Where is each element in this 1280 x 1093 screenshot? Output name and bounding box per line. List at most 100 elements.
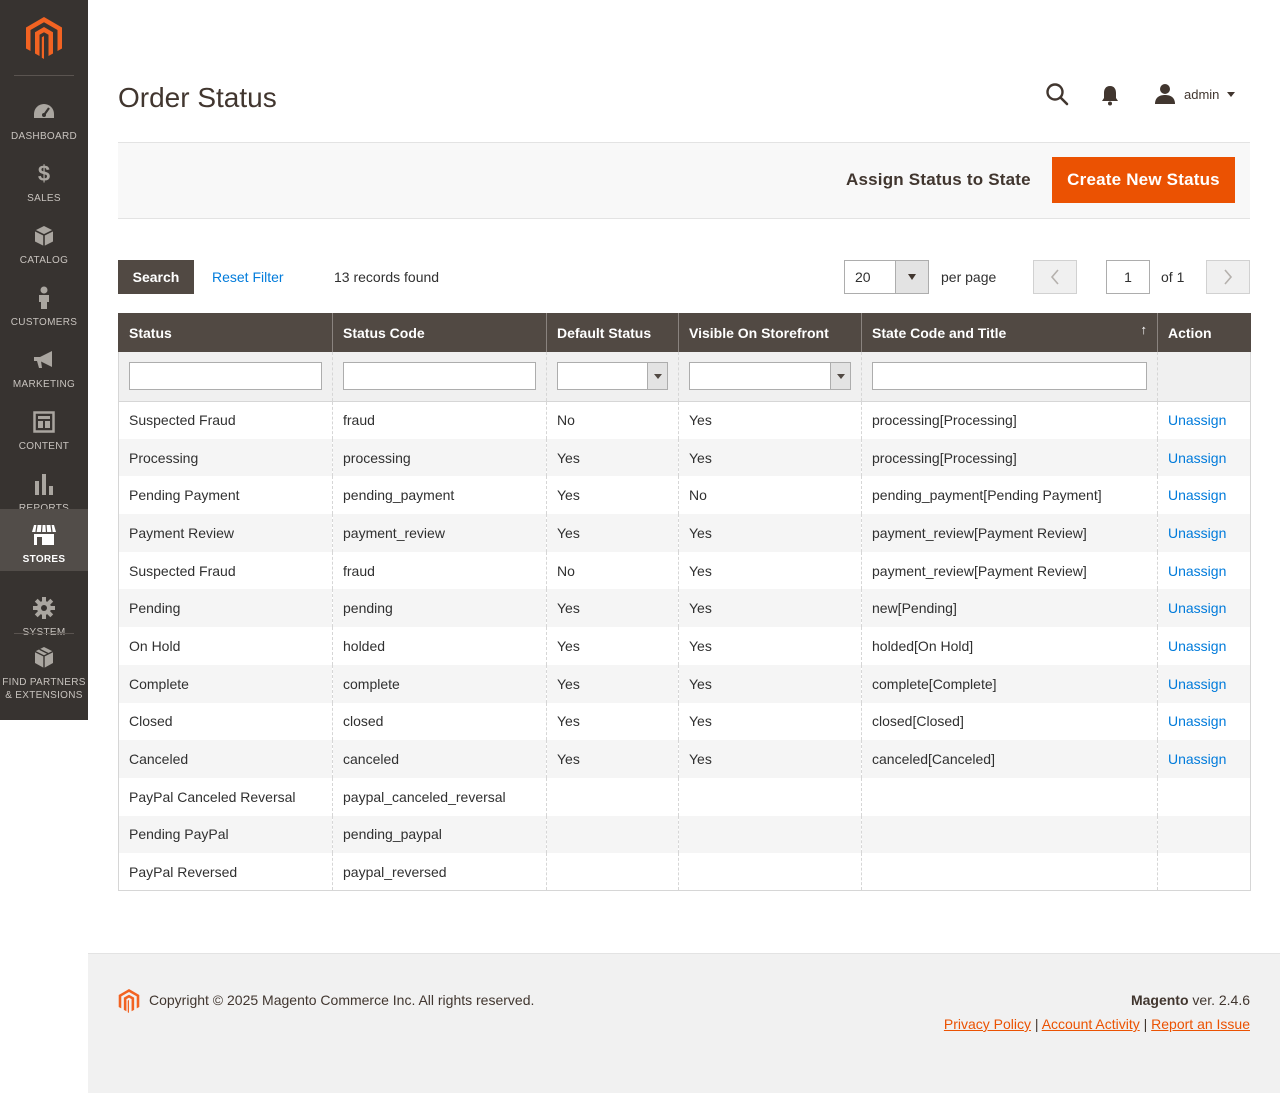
magento-logo[interactable] xyxy=(0,0,88,76)
next-page-button[interactable] xyxy=(1206,260,1250,294)
link-separator: | xyxy=(1143,1016,1148,1032)
chevron-right-icon xyxy=(1224,269,1233,285)
sidebar-item-stores[interactable]: STORES xyxy=(0,509,88,571)
cell-visible-on-storefront: Yes xyxy=(678,702,862,741)
per-page-select[interactable]: 20 xyxy=(844,260,929,294)
sidebar-item-dashboard[interactable]: DASHBOARD xyxy=(0,88,88,150)
column-header-action: Action xyxy=(1157,313,1251,352)
filter-state-code-input[interactable] xyxy=(872,362,1147,391)
sort-ascending-icon: ↑ xyxy=(1140,322,1148,337)
column-header-status[interactable]: Status xyxy=(118,313,333,352)
filter-cell xyxy=(678,352,862,402)
previous-page-button[interactable] xyxy=(1033,260,1077,294)
bell-icon xyxy=(1102,86,1118,106)
dashboard-icon xyxy=(32,100,56,124)
cell-default-status xyxy=(546,853,679,892)
user-icon xyxy=(1155,84,1175,104)
unassign-link[interactable]: Unassign xyxy=(1168,487,1226,503)
cell-visible-on-storefront xyxy=(678,777,862,816)
cell-action: Unassign xyxy=(1157,401,1251,439)
filter-status-input[interactable] xyxy=(129,362,322,391)
unassign-link[interactable]: Unassign xyxy=(1168,600,1226,616)
cell-visible-on-storefront: Yes xyxy=(678,627,862,665)
cell-default-status: Yes xyxy=(546,627,679,665)
filter-status-code-input[interactable] xyxy=(343,362,536,391)
reset-filter-link[interactable]: Reset Filter xyxy=(212,269,284,285)
select-toggle xyxy=(830,363,850,390)
cell-action: Unassign xyxy=(1157,702,1251,741)
column-header-state-code-and-title[interactable]: State Code and Title ↑ xyxy=(861,313,1158,352)
unassign-link[interactable]: Unassign xyxy=(1168,751,1226,767)
column-header-status-code[interactable]: Status Code xyxy=(332,313,547,352)
global-search-button[interactable] xyxy=(1045,82,1069,106)
sidebar-item-catalog[interactable]: CATALOG xyxy=(0,212,88,274)
cell-default-status: Yes xyxy=(546,740,679,778)
filter-cell xyxy=(118,352,333,402)
unassign-link[interactable]: Unassign xyxy=(1168,713,1226,729)
cell-state-code-and-title: payment_review[Payment Review] xyxy=(861,551,1158,590)
cell-status: On Hold xyxy=(118,627,333,665)
megaphone-icon xyxy=(32,348,56,372)
total-pages-label: of 1 xyxy=(1161,269,1185,285)
account-activity-link[interactable]: Account Activity xyxy=(1042,1016,1140,1032)
cell-status-code: paypal_reversed xyxy=(332,853,547,892)
cell-action xyxy=(1157,853,1251,892)
unassign-link[interactable]: Unassign xyxy=(1168,638,1226,654)
cell-default-status: No xyxy=(546,401,679,439)
search-button[interactable]: Search xyxy=(118,260,194,294)
unassign-link[interactable]: Unassign xyxy=(1168,525,1226,541)
cell-action: Unassign xyxy=(1157,476,1251,515)
sidebar-item-find-partners[interactable]: FIND PARTNERS & EXTENSIONS xyxy=(0,634,88,714)
cell-action: Unassign xyxy=(1157,627,1251,665)
cell-default-status: Yes xyxy=(546,514,679,552)
cell-state-code-and-title: closed[Closed] xyxy=(861,702,1158,741)
filter-default-status-select[interactable] xyxy=(557,362,668,391)
sidebar-item-customers[interactable]: CUSTOMERS xyxy=(0,274,88,336)
cell-status: PayPal Reversed xyxy=(118,853,333,892)
filter-visible-on-storefront-select[interactable] xyxy=(689,362,851,391)
cell-status: PayPal Canceled Reversal xyxy=(118,777,333,816)
unassign-link[interactable]: Unassign xyxy=(1168,676,1226,692)
cell-state-code-and-title: holded[On Hold] xyxy=(861,627,1158,665)
table-row: Pending PayPal pending_paypal xyxy=(118,815,1251,854)
sidebar-item-sales[interactable]: $ SALES xyxy=(0,150,88,212)
table-row: Closed closed Yes Yes closed[Closed] Unassign xyxy=(118,702,1251,741)
cell-visible-on-storefront xyxy=(678,853,862,892)
sidebar-item-label: CATALOG xyxy=(19,255,69,266)
cell-action: Unassign xyxy=(1157,438,1251,477)
layout-icon xyxy=(32,410,56,434)
notifications-button[interactable] xyxy=(1100,84,1120,106)
cell-visible-on-storefront: Yes xyxy=(678,551,862,590)
copyright-text: Copyright © 2025 Magento Commerce Inc. A… xyxy=(149,992,535,1008)
cell-state-code-and-title: processing[Processing] xyxy=(861,438,1158,477)
cell-status-code: payment_review xyxy=(332,514,547,552)
magento-footer-logo-icon xyxy=(118,989,140,1013)
cell-status-code: fraud xyxy=(332,551,547,590)
column-header-visible-on-storefront[interactable]: Visible On Storefront xyxy=(678,313,862,352)
cell-action xyxy=(1157,777,1251,816)
cell-status: Suspected Fraud xyxy=(118,401,333,439)
unassign-link[interactable]: Unassign xyxy=(1168,563,1226,579)
sidebar-item-marketing[interactable]: MARKETING xyxy=(0,336,88,398)
report-issue-link[interactable]: Report an Issue xyxy=(1151,1016,1250,1032)
cell-default-status: Yes xyxy=(546,589,679,628)
cubes-icon xyxy=(32,646,56,670)
box-icon xyxy=(32,224,56,248)
cell-status: Suspected Fraud xyxy=(118,551,333,590)
cell-action: Unassign xyxy=(1157,589,1251,628)
cell-visible-on-storefront xyxy=(678,815,862,854)
sidebar-item-content[interactable]: CONTENT xyxy=(0,398,88,460)
assign-status-to-state-button[interactable]: Assign Status to State xyxy=(832,157,1045,203)
per-page-toggle[interactable] xyxy=(895,261,928,293)
privacy-policy-link[interactable]: Privacy Policy xyxy=(944,1016,1031,1032)
unassign-link[interactable]: Unassign xyxy=(1168,450,1226,466)
cell-default-status xyxy=(546,777,679,816)
current-page-input[interactable] xyxy=(1106,260,1150,294)
order-status-grid: Status Status Code Default Status Visibl… xyxy=(118,313,1251,892)
column-header-default-status[interactable]: Default Status xyxy=(546,313,679,352)
cell-status: Complete xyxy=(118,664,333,703)
admin-user-menu[interactable]: admin xyxy=(1154,82,1236,106)
create-new-status-button[interactable]: Create New Status xyxy=(1052,157,1235,203)
table-row: Complete complete Yes Yes complete[Complete]… xyxy=(118,664,1251,703)
unassign-link[interactable]: Unassign xyxy=(1168,412,1226,428)
